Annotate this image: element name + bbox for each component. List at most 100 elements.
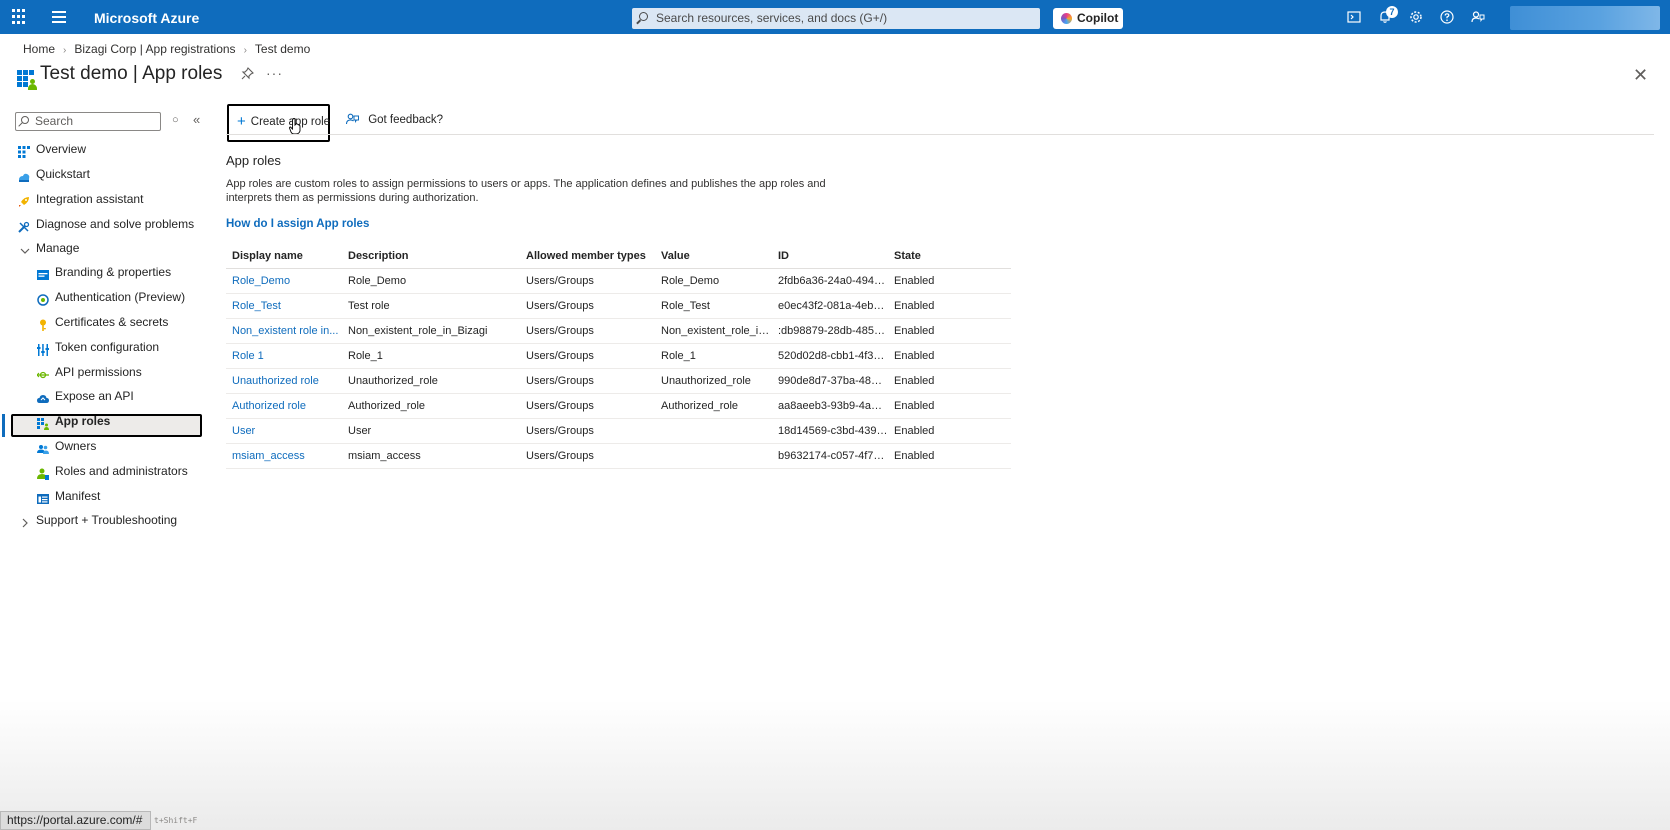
table-row[interactable]: Non_existent role in... Non_existent_rol… [226, 318, 1011, 344]
close-icon[interactable]: ✕ [1633, 65, 1648, 86]
account-button[interactable] [1510, 6, 1660, 30]
breadcrumb-current[interactable]: Test demo [255, 42, 310, 56]
global-search-input[interactable]: Search resources, services, and docs (G+… [632, 8, 1040, 29]
sidebar-item-label: Overview [36, 142, 87, 156]
brand-name[interactable]: Microsoft Azure [94, 10, 199, 26]
role-member-types: Users/Groups [520, 443, 655, 469]
copilot-button[interactable]: Copilot [1053, 8, 1123, 29]
pin-icon[interactable] [241, 67, 254, 83]
sidebar-item-token-configuration[interactable]: Token configuration [36, 336, 206, 358]
role-display-name-link[interactable]: Non_existent role in... [226, 318, 342, 344]
table-row[interactable]: Role 1 Role_1 Users/Groups Role_1 520d02… [226, 343, 1011, 369]
gear-icon[interactable] [1409, 10, 1423, 24]
column-header-id[interactable]: ID [772, 244, 888, 269]
got-feedback-button[interactable]: Got feedback? [345, 113, 443, 126]
help-icon[interactable] [1440, 10, 1454, 24]
plus-icon: + [237, 113, 246, 130]
api-permissions-icon [36, 366, 49, 379]
terminal-icon[interactable] [1347, 10, 1361, 24]
sidebar-group-support[interactable]: Support + Troubleshooting [17, 509, 207, 531]
role-id: b9632174-c057-4f7e-... [772, 443, 888, 469]
breadcrumb: Home › Bizagi Corp | App registrations › Tes… [23, 42, 310, 56]
role-member-types: Users/Groups [520, 293, 655, 319]
menu-icon[interactable] [52, 11, 66, 23]
sidebar-item-app-roles[interactable]: App roles [36, 410, 196, 432]
sidebar-item-label: Roles and administrators [55, 464, 188, 478]
breadcrumb-app-registrations[interactable]: Bizagi Corp | App registrations [74, 42, 235, 56]
cloud-icon [37, 390, 49, 403]
hand-cursor-icon [289, 118, 301, 135]
table-row[interactable]: Unauthorized role Unauthorized_role User… [226, 368, 1011, 394]
table-row[interactable]: Authorized role Authorized_role Users/Gr… [226, 393, 1011, 419]
role-display-name-link[interactable]: Role 1 [226, 343, 342, 369]
sidebar-item-roles-administrators[interactable]: Roles and administrators [36, 460, 206, 482]
sidebar-item-expose-api[interactable]: Expose an API [36, 385, 206, 407]
role-description: Non_existent_role_in_Bizagi [342, 318, 520, 344]
feedback-icon[interactable] [1471, 10, 1485, 24]
sidebar-item-quickstart[interactable]: Quickstart [17, 163, 207, 185]
collapse-sidebar-icon[interactable]: « [193, 112, 200, 127]
owners-icon [37, 440, 49, 454]
role-display-name-link[interactable]: Role_Test [226, 293, 342, 319]
page-title: Test demo | App roles [40, 63, 223, 84]
role-id: aa8aeeb3-93b9-4a4f-... [772, 393, 888, 419]
sidebar-item-branding[interactable]: Branding & properties [36, 261, 206, 283]
breadcrumb-home[interactable]: Home [23, 42, 55, 56]
search-icon [21, 116, 29, 124]
sidebar-group-manage[interactable]: Manage [17, 237, 207, 259]
waffle-icon[interactable] [12, 9, 28, 25]
sidebar-item-api-permissions[interactable]: API permissions [36, 361, 206, 383]
sidebar-item-overview[interactable]: Overview [17, 138, 207, 160]
column-header-state[interactable]: State [888, 244, 1011, 269]
sidebar-item-manifest[interactable]: Manifest [36, 485, 206, 507]
section-description: App roles are custom roles to assign per… [226, 178, 826, 204]
table-row[interactable]: User User Users/Groups 18d14569-c3bd-439… [226, 418, 1011, 444]
sidebar-search-input[interactable]: Search [15, 112, 161, 131]
sidebar-item-owners[interactable]: Owners [36, 435, 206, 457]
role-display-name-link[interactable]: msiam_access [226, 443, 342, 469]
manifest-icon [37, 490, 49, 504]
how-to-assign-link[interactable]: How do I assign App roles [226, 218, 369, 230]
role-state: Enabled [888, 343, 1011, 369]
notification-badge: 7 [1386, 6, 1398, 18]
app-roles-icon [37, 415, 49, 430]
table-row[interactable]: Role_Test Test role Users/Groups Role_Te… [226, 293, 1011, 319]
table-row[interactable]: msiam_access msiam_access Users/Groups b… [226, 443, 1011, 469]
role-description: Authorized_role [342, 393, 520, 419]
role-state: Enabled [888, 393, 1011, 419]
more-options-icon[interactable]: ··· [266, 65, 283, 81]
role-value: Role_1 [655, 343, 772, 369]
role-description: Role_Demo [342, 268, 520, 294]
role-id: :db98879-28db-485f-... [772, 318, 888, 344]
column-header-description[interactable]: Description [342, 244, 520, 269]
role-member-types: Users/Groups [520, 418, 655, 444]
role-description: msiam_access [342, 443, 520, 469]
column-header-allowed-member-types[interactable]: Allowed member types [520, 244, 655, 269]
role-display-name-link[interactable]: User [226, 418, 342, 444]
create-app-role-button[interactable]: + Create app role [237, 113, 330, 130]
column-header-display-name[interactable]: Display name [226, 244, 342, 269]
search-icon [639, 12, 648, 21]
role-value: Unauthorized_role [655, 368, 772, 394]
key-icon [37, 316, 49, 331]
expand-toggle-icon[interactable]: ○ [172, 114, 179, 126]
role-id: 990de8d7-37ba-4819-... [772, 368, 888, 394]
app-roles-table: Display name Description Allowed member … [226, 244, 1011, 469]
copilot-label: Copilot [1077, 11, 1119, 25]
role-display-name-link[interactable]: Unauthorized role [226, 368, 342, 394]
sidebar-item-certificates[interactable]: Certificates & secrets [36, 311, 206, 333]
chevron-right-icon [19, 514, 31, 528]
column-header-value[interactable]: Value [655, 244, 772, 269]
role-display-name-link[interactable]: Role_Demo [226, 268, 342, 294]
app-roles-icon [17, 70, 37, 90]
breadcrumb-separator-icon: › [243, 45, 247, 56]
role-description: Test role [342, 293, 520, 319]
sidebar-item-label: Expose an API [55, 389, 134, 403]
role-display-name-link[interactable]: Authorized role [226, 393, 342, 419]
sidebar-item-integration-assistant[interactable]: Integration assistant [17, 188, 207, 210]
role-value: Authorized_role [655, 393, 772, 419]
table-row[interactable]: Role_Demo Role_Demo Users/Groups Role_De… [226, 268, 1011, 294]
sidebar-item-diagnose[interactable]: Diagnose and solve problems [17, 213, 207, 235]
sidebar-item-authentication[interactable]: Authentication (Preview) [36, 286, 206, 308]
role-member-types: Users/Groups [520, 343, 655, 369]
